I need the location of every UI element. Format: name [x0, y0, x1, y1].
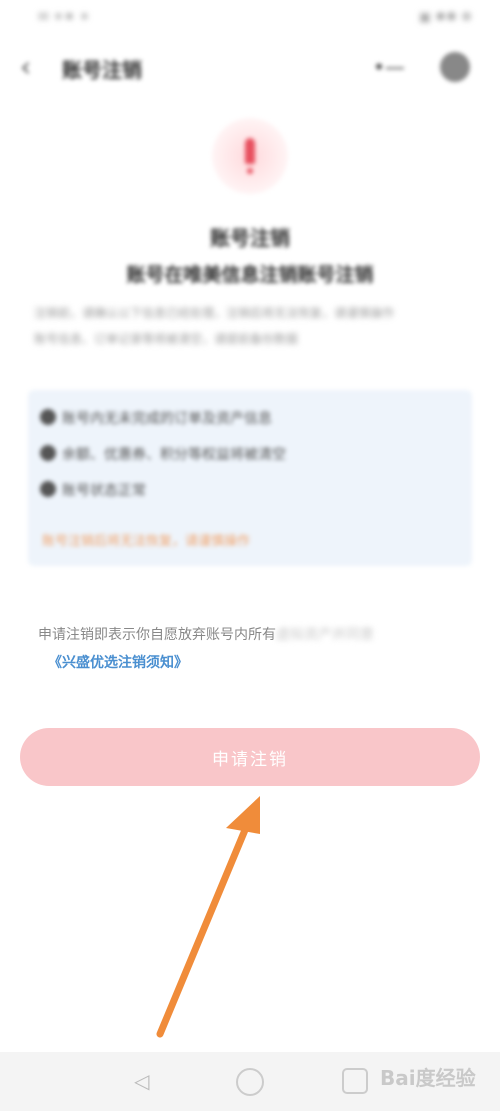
- hero-title: 账号注销: [210, 226, 290, 250]
- info-box: 账号内无未完成的订单及资产信息 余额、优惠券、积分等权益将被清空 账号状态正常 …: [28, 390, 472, 566]
- agreement-text-clear: 申请注销即表示你自愿放弃账号内所有: [38, 627, 276, 643]
- annotation-arrow-icon: [156, 796, 260, 1038]
- info-item-text: 余额、优惠券、积分等权益将被清空: [62, 447, 286, 463]
- nav-back-icon[interactable]: ◁: [134, 1070, 156, 1092]
- cancellation-notice-link[interactable]: 《兴盛优选注销须知》: [48, 652, 188, 672]
- hero-subtitle: 账号在唯美信息注销账号注销: [126, 264, 374, 286]
- header: ‹ 账号注销 •—: [0, 38, 500, 98]
- apply-cancellation-button[interactable]: 申请注销: [20, 728, 480, 786]
- nav-home-icon[interactable]: [236, 1068, 264, 1096]
- agreement-text-faded: 虚拟资产并同意: [276, 627, 374, 643]
- nav-recent-icon[interactable]: [342, 1068, 368, 1094]
- page-title: 账号注销: [62, 58, 142, 82]
- back-icon[interactable]: ‹: [20, 52, 46, 82]
- status-right: ▣ ✹✺ ✻: [418, 10, 472, 25]
- description-line-2: 账号信息、订单记录等将被清空，请提前备份数据: [34, 332, 299, 346]
- baidu-watermark: Bai度经验: [380, 1066, 476, 1090]
- more-icon[interactable]: •—: [372, 52, 406, 82]
- warning-icon: [212, 118, 288, 194]
- bullet-icon: [40, 445, 56, 461]
- warning-link[interactable]: 账号注销后将无法恢复，请谨慎操作: [42, 530, 250, 549]
- info-item-text: 账号内无未完成的订单及资产信息: [62, 411, 272, 427]
- bullet-icon: [40, 409, 56, 425]
- status-left: ✉ ✶✷ ✶: [38, 10, 90, 25]
- description-line-1: 注销前，请确认以下信息已经处理，注销后将无法恢复，请谨慎操作: [34, 306, 395, 320]
- agreement-text: 申请注销即表示你自愿放弃账号内所有虚拟资产并同意: [38, 624, 374, 644]
- info-item-text: 账号状态正常: [62, 483, 146, 499]
- settings-icon[interactable]: [440, 52, 470, 82]
- status-bar: ✉ ✶✷ ✶ ▣ ✹✺ ✻: [0, 0, 500, 38]
- bullet-icon: [40, 481, 56, 497]
